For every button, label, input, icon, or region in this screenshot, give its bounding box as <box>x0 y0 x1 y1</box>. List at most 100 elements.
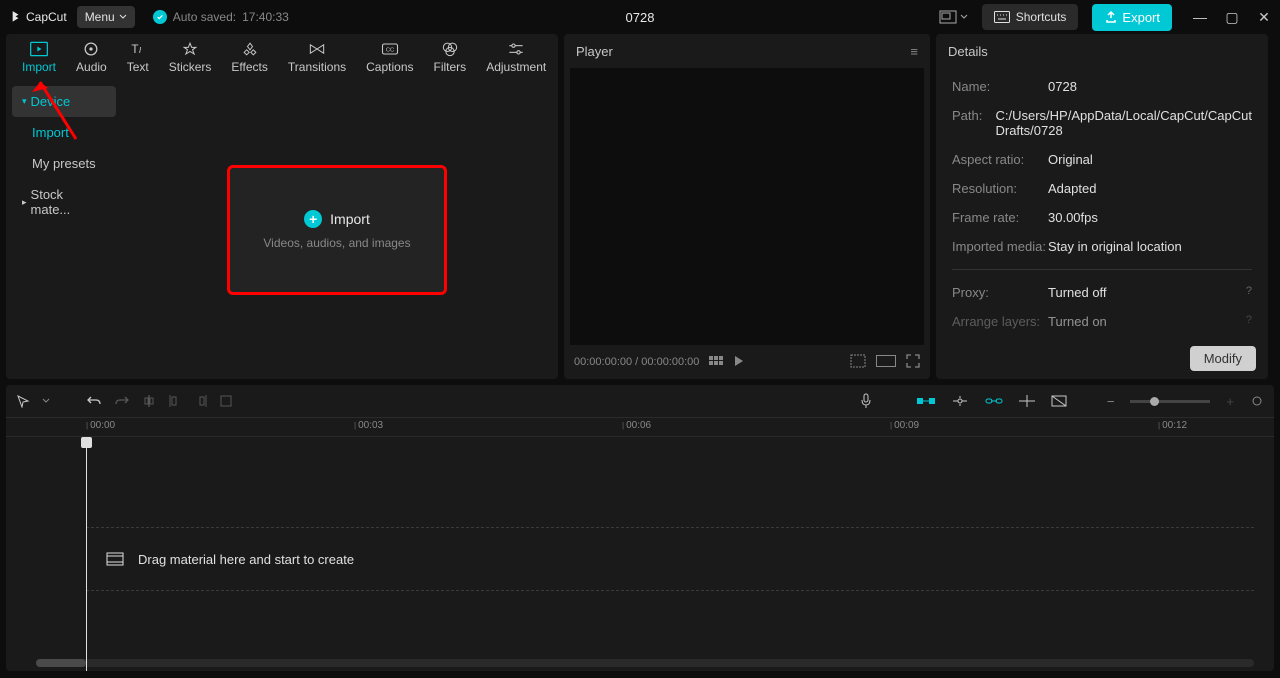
export-button[interactable]: Export <box>1092 4 1172 31</box>
import-title: Import <box>330 211 370 227</box>
redo-button[interactable] <box>114 394 130 408</box>
media-icon <box>106 552 124 566</box>
caret-down-icon: ▾ <box>22 96 27 107</box>
help-icon[interactable]: ? <box>1246 314 1252 329</box>
keyboard-icon <box>994 11 1010 23</box>
tick: 00:06 <box>622 420 651 431</box>
tab-adjustment[interactable]: Adjustment <box>476 34 556 80</box>
timeline-panel: − + 00:00 00:03 00:06 00:09 00:12 Drag m… <box>6 385 1274 671</box>
aspect-ratio-button[interactable] <box>939 10 968 24</box>
autosave-status: Auto saved: 17:40:33 <box>153 10 289 24</box>
sidebar-presets[interactable]: My presets <box>12 148 116 179</box>
export-label: Export <box>1122 10 1160 25</box>
detail-label: Arrange layers: <box>952 314 1048 329</box>
hamburger-icon[interactable]: ≡ <box>910 44 918 59</box>
tab-stickers[interactable]: Stickers <box>159 34 222 80</box>
media-sidebar: ▾ Device Import My presets ▸Stock mate... <box>6 80 116 379</box>
undo-button[interactable] <box>86 394 102 408</box>
tab-label: Stickers <box>169 60 212 74</box>
detail-label: Path: <box>952 108 995 138</box>
sidebar-label: Stock mate... <box>31 187 106 217</box>
player-panel: Player ≡ 00:00:00:00 / 00:00:00:00 <box>564 34 930 379</box>
logo: CapCut <box>8 10 67 24</box>
ratio-button[interactable] <box>876 355 896 370</box>
split-button[interactable] <box>142 394 156 408</box>
fullscreen-button[interactable] <box>906 354 920 371</box>
zoom-fit-button[interactable] <box>1250 395 1264 407</box>
details-panel: Details Name:0728 Path:C:/Users/HP/AppDa… <box>936 34 1268 379</box>
detail-label: Frame rate: <box>952 210 1048 225</box>
titlebar: CapCut Menu Auto saved: 17:40:33 0728 Sh… <box>0 0 1280 34</box>
svg-text:I: I <box>139 45 142 55</box>
minimize-button[interactable]: — <box>1192 9 1208 26</box>
check-icon <box>153 10 167 24</box>
linkage-button[interactable] <box>985 396 1003 406</box>
preview-axis-button[interactable] <box>1019 395 1035 407</box>
tab-label: Captions <box>366 60 413 74</box>
maximize-button[interactable]: ▢ <box>1224 9 1240 26</box>
tab-label: Audio <box>76 60 107 74</box>
help-icon[interactable]: ? <box>1246 285 1252 300</box>
modify-button[interactable]: Modify <box>1190 346 1256 371</box>
tab-label: Filters <box>434 60 467 74</box>
timeline-tracks[interactable]: Drag material here and start to create <box>6 437 1274 671</box>
tick: 00:09 <box>890 420 919 431</box>
menu-button[interactable]: Menu <box>77 6 135 28</box>
detail-label: Aspect ratio: <box>952 152 1048 167</box>
tab-label: Effects <box>231 60 267 74</box>
detail-value: Stay in original location <box>1048 239 1252 254</box>
player-timecode: 00:00:00:00 / 00:00:00:00 <box>574 356 699 368</box>
tab-captions[interactable]: CCCaptions <box>356 34 423 80</box>
import-subtitle: Videos, audios, and images <box>263 236 410 250</box>
tab-text[interactable]: TI Text <box>117 34 159 80</box>
sidebar-label: Import <box>32 125 69 140</box>
detail-label: Name: <box>952 79 1048 94</box>
detail-label: Imported media: <box>952 239 1048 254</box>
autosave-prefix: Auto saved: <box>173 10 236 24</box>
sidebar-device[interactable]: ▾ Device <box>12 86 116 117</box>
svg-text:T: T <box>131 43 138 56</box>
zoom-in-button[interactable]: + <box>1226 394 1234 409</box>
timeline-scrollbar[interactable] <box>36 659 1254 667</box>
sidebar-label: Device <box>31 94 71 109</box>
player-controls: 00:00:00:00 / 00:00:00:00 <box>564 345 930 379</box>
chevron-down-icon <box>119 13 127 21</box>
tool-tabs: Import Audio TI Text Stickers Effects Tra… <box>6 34 558 80</box>
menu-label: Menu <box>85 10 115 24</box>
mic-button[interactable] <box>859 393 873 409</box>
tab-label: Text <box>127 60 149 74</box>
detail-value: Original <box>1048 152 1252 167</box>
detail-label: Resolution: <box>952 181 1048 196</box>
sidebar-stock[interactable]: ▸Stock mate... <box>12 179 116 225</box>
tab-effects[interactable]: Effects <box>221 34 277 80</box>
tab-label: Import <box>22 60 56 74</box>
tab-import[interactable]: Import <box>12 34 66 80</box>
detail-value: Adapted <box>1048 181 1252 196</box>
selection-tool[interactable] <box>16 394 30 408</box>
scale-button[interactable] <box>850 354 866 371</box>
main-track-magnet-button[interactable] <box>917 395 935 407</box>
drop-hint-text: Drag material here and start to create <box>138 552 354 567</box>
detail-value: C:/Users/HP/AppData/Local/CapCut/CapCut … <box>995 108 1252 138</box>
playhead[interactable] <box>86 437 87 671</box>
tab-transitions[interactable]: Transitions <box>278 34 356 80</box>
play-button[interactable] <box>733 355 745 370</box>
shortcuts-button[interactable]: Shortcuts <box>982 4 1079 30</box>
timeline-ruler[interactable]: 00:00 00:03 00:06 00:09 00:12 <box>6 417 1274 437</box>
selection-dropdown[interactable] <box>42 397 50 405</box>
sidebar-import[interactable]: Import <box>12 117 116 148</box>
tab-audio[interactable]: Audio <box>66 34 117 80</box>
player-title: Player <box>576 44 613 59</box>
zoom-out-button[interactable]: − <box>1107 394 1115 409</box>
import-dropzone[interactable]: + Import Videos, audios, and images <box>227 165 447 295</box>
zoom-slider[interactable] <box>1130 400 1210 403</box>
delete-right-button[interactable] <box>194 394 208 408</box>
grid-button[interactable] <box>709 356 723 369</box>
app-name: CapCut <box>26 10 67 24</box>
tab-filters[interactable]: Filters <box>424 34 477 80</box>
close-button[interactable]: ✕ <box>1256 9 1272 26</box>
cover-button[interactable] <box>1051 395 1067 407</box>
auto-snap-button[interactable] <box>951 395 969 407</box>
delete-button[interactable] <box>220 395 232 407</box>
delete-left-button[interactable] <box>168 394 182 408</box>
